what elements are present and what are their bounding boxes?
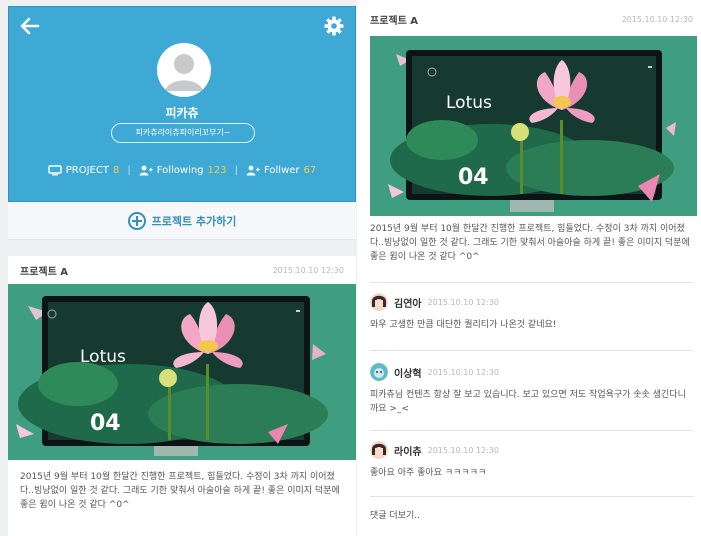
stat-separator: | — [234, 165, 239, 176]
card-description: 2015년 9월 부터 10월 한달간 진행한 프로젝트, 힘들었다. 수정이 … — [20, 472, 340, 510]
project-detail-panel: 프로젝트 A 2015.10.10 12:30 Lotus 04 2015년 9… — [362, 0, 701, 536]
image-lotus-text: Lotus — [80, 347, 126, 367]
detail-image-lotus-text: Lotus — [446, 93, 492, 113]
stat-project-label: PROJECT — [65, 165, 109, 176]
divider-line — [370, 282, 693, 283]
user-plus-icon — [246, 165, 260, 176]
stat-following-label: Following — [156, 165, 204, 176]
plus-circle-icon — [127, 211, 146, 230]
detail-header: 프로젝트 A 2015.10.10 12:30 — [370, 8, 693, 30]
user-plus-icon — [139, 165, 153, 176]
image-number-text: 04 — [90, 411, 121, 436]
stat-follower[interactable]: Follwer 67 — [246, 165, 316, 176]
profile-header: 피카츄 피카츄라이츄파이리꼬부기~ PROJECT 8 | Following … — [8, 6, 356, 202]
divider-line — [370, 496, 693, 497]
stat-separator: | — [127, 165, 131, 176]
detail-title: 프로젝트 A — [370, 15, 419, 27]
profile-name: 피카츄 — [165, 106, 199, 120]
stat-project-count: 8 — [112, 165, 120, 176]
stat-project[interactable]: PROJECT 8 — [48, 165, 120, 176]
add-project-label: 프로젝트 추가하기 — [151, 214, 237, 228]
profile-url-button[interactable]: 피카츄라이츄파이리꼬부기~ — [111, 123, 255, 143]
project-card[interactable]: 프로젝트 A 2015.10.10 12:30 Lotus 04 2015년 9… — [8, 256, 356, 536]
detail-image-number-text: 04 — [458, 165, 489, 190]
stat-following[interactable]: Following 123 — [139, 165, 227, 176]
detail-description: 2015년 9월 부터 10월 한달간 진행한 프로젝트, 힘들었다. 수정이 … — [370, 224, 690, 262]
comment-date: 2015.10.10 12:30 — [427, 445, 500, 455]
card-date: 2015.10.10 12:30 — [272, 265, 344, 275]
comment-date: 2015.10.10 12:30 — [427, 297, 500, 307]
profile-panel: 피카츄 피카츄라이츄파이리꼬부기~ PROJECT 8 | Following … — [0, 0, 357, 536]
commenter-avatar[interactable] — [370, 363, 388, 381]
stat-follower-label: Follwer — [264, 165, 300, 176]
more-comments-link[interactable]: 댓글 더보기.. — [370, 508, 420, 521]
detail-date: 2015.10.10 12:30 — [621, 14, 693, 24]
comment-text: 피카츄님 컨텐츠 항상 잘 보고 있습니다. 보고 있으면 저도 작업욕구가 솟… — [370, 390, 686, 414]
detail-project-image[interactable]: Lotus 04 — [370, 36, 697, 216]
commenter-avatar[interactable] — [370, 441, 388, 459]
divider-line — [370, 430, 693, 431]
profile-stats: PROJECT 8 | Following 123 | Follwer 67 — [9, 165, 355, 176]
comment-item: 라이츄 2015.10.10 12:30 좋아요 아주 좋아요 ㅋㅋㅋㅋㅋ — [370, 440, 693, 480]
card-header: 프로젝트 A 2015.10.10 12:30 — [8, 256, 356, 284]
gear-icon[interactable] — [323, 15, 345, 37]
stat-following-count: 123 — [207, 165, 227, 176]
commenter-name[interactable]: 김연아 — [394, 295, 422, 310]
back-arrow-icon[interactable] — [19, 15, 41, 37]
avatar[interactable] — [157, 43, 211, 97]
commenter-name[interactable]: 이상혁 — [394, 365, 422, 380]
comment-text: 와우 고생한 만큼 대단한 퀄리티가 나온것 같네요! — [370, 320, 557, 330]
stat-follower-count: 67 — [303, 165, 317, 176]
monitor-icon — [48, 165, 62, 176]
add-project-button[interactable]: 프로젝트 추가하기 — [8, 202, 356, 240]
comment-text: 좋아요 아주 좋아요 ㅋㅋㅋㅋㅋ — [370, 468, 487, 478]
project-image[interactable]: Lotus 04 — [8, 284, 356, 460]
card-title: 프로젝트 A — [20, 266, 69, 278]
comment-item: 이상혁 2015.10.10 12:30 피카츄님 컨텐츠 항상 잘 보고 있습… — [370, 362, 693, 416]
commenter-avatar[interactable] — [370, 293, 388, 311]
divider-line — [370, 350, 693, 351]
comment-date: 2015.10.10 12:30 — [427, 367, 500, 377]
commenter-name[interactable]: 라이츄 — [394, 443, 422, 458]
comment-item: 김연아 2015.10.10 12:30 와우 고생한 만큼 대단한 퀄리티가 … — [370, 292, 693, 332]
